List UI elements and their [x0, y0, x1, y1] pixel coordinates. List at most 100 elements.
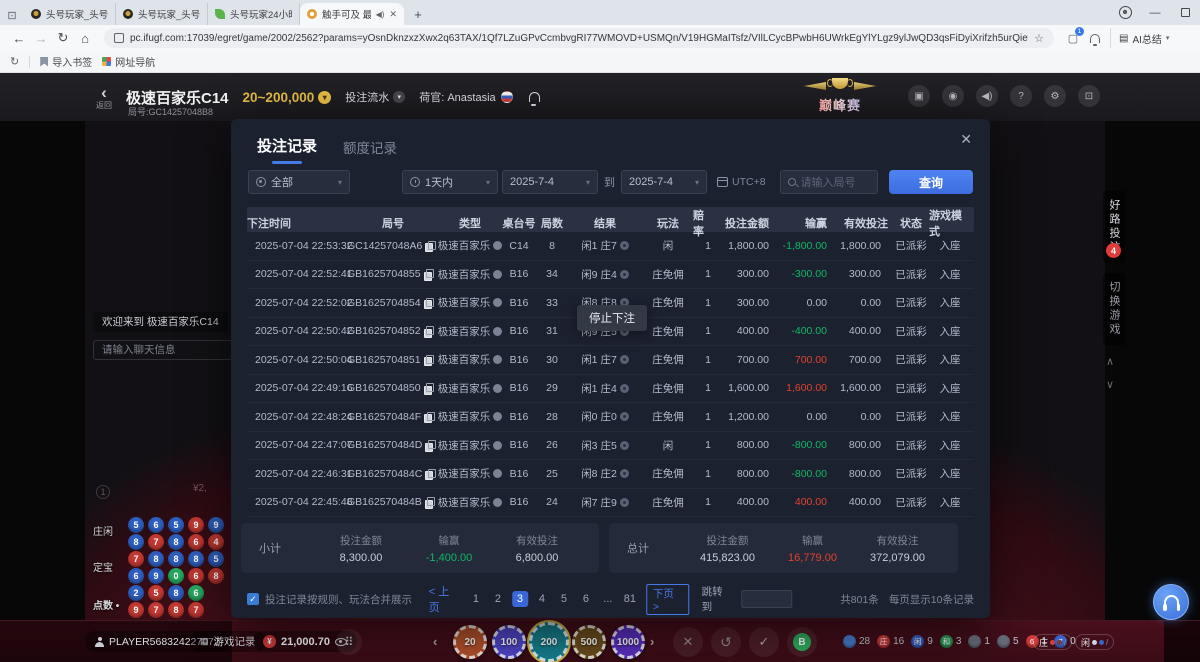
reload-icon[interactable]: ↻: [52, 27, 74, 49]
copy-icon[interactable]: [424, 412, 433, 422]
tab-search-icon[interactable]: ⊡: [0, 5, 24, 25]
copy-icon[interactable]: [424, 383, 433, 393]
copy-icon[interactable]: [424, 326, 433, 336]
prev-page-button[interactable]: < 上页: [429, 583, 460, 615]
tab-favicon: [31, 9, 41, 19]
back-button[interactable]: ‹ 返回: [96, 84, 112, 110]
page-number[interactable]: 5: [556, 591, 572, 607]
browser-tab-3[interactable]: 头号玩家24小时在线: [208, 3, 300, 25]
close-icon[interactable]: ✕: [960, 131, 972, 148]
customer-service-button[interactable]: [1153, 584, 1189, 620]
cell-bet-time: 2025-07-04 22:49:16: [247, 375, 347, 403]
new-tab-button[interactable]: +: [408, 4, 428, 24]
time-range-select[interactable]: 1天内 ▾: [402, 170, 498, 194]
notification-bell-icon[interactable]: [1084, 27, 1106, 49]
result-detail-icon[interactable]: [620, 384, 629, 393]
query-button[interactable]: 查询: [889, 170, 973, 194]
bookmark-import[interactable]: 导入书签: [40, 54, 92, 69]
forward-icon[interactable]: →: [30, 27, 52, 49]
date-to-select[interactable]: 2025-7-4 ▾: [621, 170, 707, 194]
limits-caret-icon[interactable]: ▾: [318, 91, 331, 104]
switch-game-button[interactable]: 切换游戏: [1103, 273, 1125, 345]
jump-page-input[interactable]: [741, 590, 792, 608]
bet-limits[interactable]: 20~200,000 ▾: [243, 90, 332, 105]
scroll-down-icon[interactable]: ∨: [1106, 378, 1114, 391]
video-icon[interactable]: ◉: [942, 85, 964, 107]
result-detail-icon[interactable]: [620, 498, 629, 507]
page-number[interactable]: 3: [512, 591, 528, 607]
menu-dice-button[interactable]: ⠿: [336, 629, 362, 655]
bet-chip[interactable]: 1000: [611, 625, 645, 659]
bet-flow-dropdown[interactable]: 投注流水 ▾: [345, 89, 405, 105]
bet-chip[interactable]: 500: [572, 625, 606, 659]
copy-icon[interactable]: [424, 355, 433, 365]
next-page-button[interactable]: 下页 >: [646, 584, 690, 615]
help-icon[interactable]: ?: [1010, 85, 1032, 107]
tab-audio-icon[interactable]: ◀): [376, 10, 385, 19]
result-detail-icon[interactable]: [620, 412, 629, 421]
result-detail-icon[interactable]: [620, 441, 629, 450]
profile-icon[interactable]: ☻: [1110, 0, 1140, 25]
speaker-icon[interactable]: ◀): [976, 85, 998, 107]
copy-icon[interactable]: [425, 241, 434, 251]
home-icon[interactable]: ⌂: [74, 27, 96, 49]
round-search-input[interactable]: 请输入局号: [780, 170, 878, 194]
page-number[interactable]: 2: [490, 591, 506, 607]
extension-icon[interactable]: ▢1: [1062, 27, 1084, 49]
gear-icon[interactable]: ⚙: [1044, 85, 1066, 107]
stat-item: 闲 9: [911, 635, 933, 648]
cell-game-mode: 入座: [929, 289, 971, 317]
chat-input[interactable]: 请输入聊天信息: [93, 340, 241, 360]
chips-scroll-right-icon[interactable]: ›: [650, 634, 654, 649]
back-icon[interactable]: ←: [8, 27, 30, 49]
scroll-up-icon[interactable]: ∧: [1106, 355, 1114, 368]
bead: 6: [188, 534, 204, 550]
browser-tab-2[interactable]: 头号玩家_头号玩家游: [116, 3, 208, 25]
address-bar[interactable]: pc.ifugf.com:17039/egret/game/2002/2562?…: [104, 28, 1054, 48]
bookmark-star-icon[interactable]: ☆: [1034, 32, 1044, 45]
maximize-button[interactable]: [1170, 0, 1200, 25]
undo-bet-button[interactable]: ↺: [711, 627, 741, 657]
page-number[interactable]: 6: [578, 591, 594, 607]
result-detail-icon[interactable]: [620, 241, 629, 250]
browser-tab-active[interactable]: 触手可及 最 ◀) ✕: [300, 3, 404, 25]
merge-checkbox[interactable]: ✓: [247, 593, 259, 605]
site-security-icon[interactable]: [114, 33, 124, 43]
page-number[interactable]: 1: [468, 591, 484, 607]
sync-icon[interactable]: ↻: [10, 55, 19, 68]
result-detail-icon[interactable]: [620, 469, 629, 478]
bookmark-nav[interactable]: 网址导航: [102, 54, 155, 69]
fullscreen-icon[interactable]: ⊡: [1078, 85, 1100, 107]
result-detail-icon[interactable]: [620, 270, 629, 279]
copy-icon[interactable]: [425, 469, 434, 479]
bet-chip[interactable]: 100: [492, 625, 526, 659]
bell-icon[interactable]: [529, 92, 540, 102]
ai-summary-button[interactable]: ▤ AI总结 ▾: [1110, 28, 1177, 48]
minimize-button[interactable]: —: [1140, 0, 1170, 25]
result-detail-icon[interactable]: [620, 355, 629, 364]
bead: 9: [128, 602, 144, 618]
player-pair-pill[interactable]: 闲 /: [1075, 634, 1114, 650]
browser-tab-1[interactable]: 头号玩家_头号玩家游: [24, 3, 116, 25]
banker-pair-pill[interactable]: 庄 /: [1033, 634, 1072, 650]
cell-status: 已派彩: [893, 403, 929, 431]
page-number[interactable]: ...: [600, 591, 616, 607]
tab-close-icon[interactable]: ✕: [389, 9, 397, 20]
confirm-bet-button[interactable]: ✓: [749, 627, 779, 657]
copy-icon[interactable]: [425, 440, 434, 450]
date-from-select[interactable]: 2025-7-4 ▾: [502, 170, 598, 194]
bet-chip[interactable]: 20: [453, 625, 487, 659]
page-number[interactable]: 81: [622, 591, 638, 607]
tab-bet-records[interactable]: 投注记录: [257, 135, 317, 156]
copy-icon[interactable]: [425, 497, 434, 507]
cancel-bet-button[interactable]: ✕: [673, 627, 703, 657]
copy-icon[interactable]: [424, 269, 433, 279]
chips-scroll-left-icon[interactable]: ‹: [433, 634, 437, 649]
tab-quota-records[interactable]: 额度记录: [343, 137, 397, 157]
camera-icon[interactable]: ▣: [908, 85, 930, 107]
category-select[interactable]: 全部 ▾: [248, 170, 350, 194]
bet-chip[interactable]: 200: [529, 622, 569, 662]
page-number[interactable]: 4: [534, 591, 550, 607]
copy-icon[interactable]: [424, 298, 433, 308]
bonus-button[interactable]: B: [787, 627, 817, 657]
